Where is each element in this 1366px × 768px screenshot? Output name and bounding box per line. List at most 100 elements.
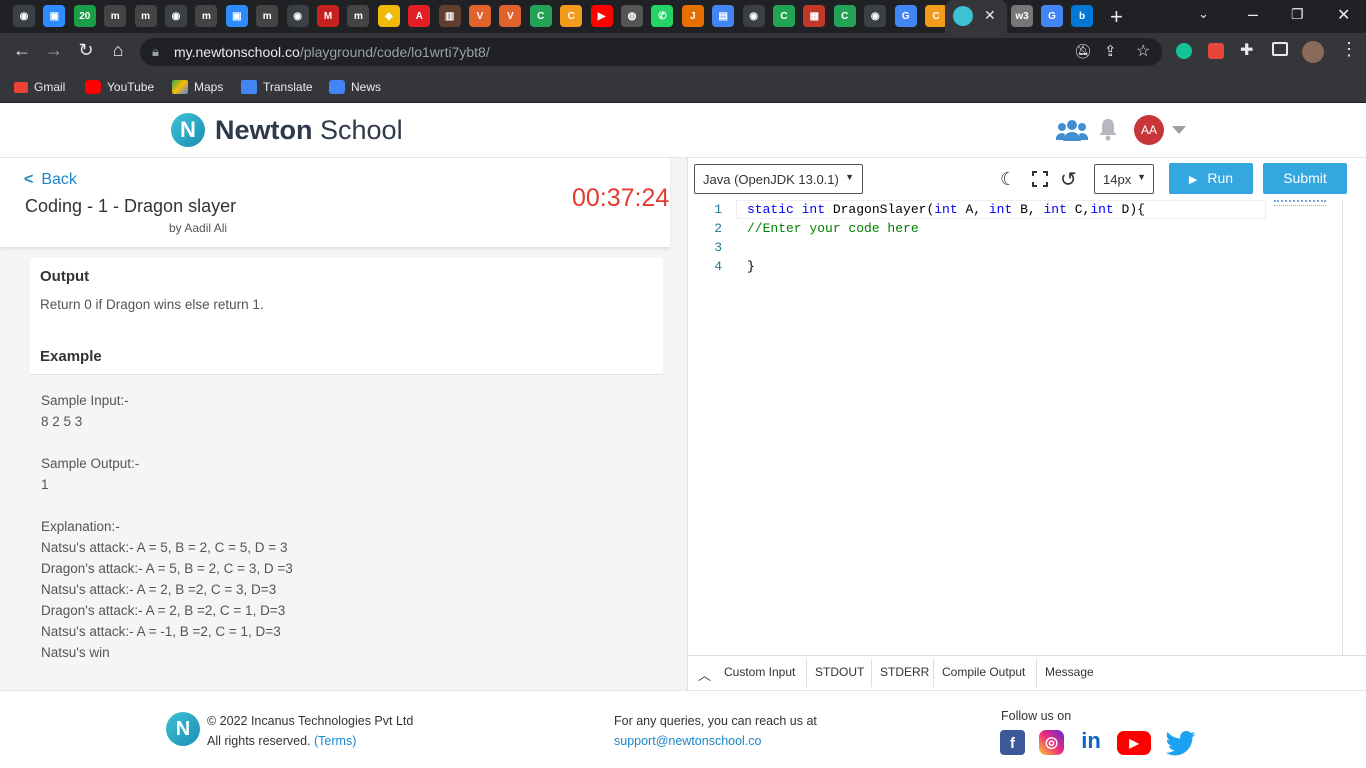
notifications-blocked-icon[interactable]: 🔕︎ <box>1074 43 1092 60</box>
profile-avatar[interactable] <box>1302 41 1324 63</box>
fullscreen-icon[interactable] <box>1032 171 1048 187</box>
tab-favicon-icon[interactable]: C <box>925 5 947 27</box>
tab-favicon-icon[interactable]: M <box>317 5 339 27</box>
tab-favicon-icon[interactable]: G <box>1041 5 1063 27</box>
user-avatar[interactable]: AA <box>1134 115 1164 145</box>
side-panel-icon[interactable] <box>1272 42 1288 56</box>
share-icon[interactable]: ⇪ <box>1104 42 1117 60</box>
tab-favicon-icon[interactable]: C <box>833 5 856 27</box>
tab-favicon-icon[interactable]: ▣ <box>43 5 66 27</box>
terms-link[interactable]: (Terms) <box>314 734 356 748</box>
dark-mode-moon-icon[interactable]: ☾ <box>1000 169 1016 190</box>
copyright-text: © 2022 Incanus Technologies Pvt Ltd <box>207 714 414 728</box>
tab-favicon-icon[interactable]: C <box>560 5 583 27</box>
home-icon[interactable]: ⌂ <box>108 40 128 61</box>
bookmark-star-icon[interactable]: ☆ <box>1136 41 1150 61</box>
chevron-up-icon[interactable]: ︿ <box>698 665 711 684</box>
tab-stdout[interactable]: STDOUT <box>815 665 864 679</box>
tab-search-icon[interactable]: ⌄ <box>1198 6 1209 22</box>
new-tab-button[interactable]: + <box>1110 4 1123 30</box>
address-bar[interactable]: 🔒︎ my.newtonschool.co/playground/code/lo… <box>140 38 1162 66</box>
lock-icon[interactable]: 🔒︎ <box>152 44 159 60</box>
run-button[interactable]: ▶ Run <box>1169 163 1253 194</box>
keyword: int <box>801 202 826 217</box>
brand-name[interactable]: Newton School <box>215 115 403 146</box>
tab-custom-input[interactable]: Custom Input <box>724 665 795 679</box>
facebook-icon[interactable]: f <box>1000 730 1025 755</box>
tab-favicon-icon[interactable]: ▥ <box>438 5 461 27</box>
active-tab[interactable]: ✕ <box>945 0 1007 33</box>
tab-favicon-icon[interactable]: ▣ <box>225 5 248 27</box>
tab-favicon-icon[interactable]: ◉ <box>286 5 309 27</box>
close-tab-icon[interactable]: ✕ <box>984 7 996 24</box>
restore-icon[interactable]: ❐ <box>1291 6 1304 23</box>
tab-favicon-icon[interactable]: J <box>681 5 704 27</box>
grammarly-extension-icon[interactable] <box>1176 43 1192 59</box>
bookmark-maps[interactable]: Maps <box>172 77 223 97</box>
tab-favicon-icon[interactable]: V <box>499 5 522 27</box>
code-editor[interactable]: 1 2 3 4 static int DragonSlayer(int A, i… <box>688 200 1343 655</box>
youtube-icon[interactable]: ▶ <box>1117 731 1151 755</box>
tab-favicon-icon[interactable]: b <box>1071 5 1093 27</box>
back-link[interactable]: < Back <box>24 171 77 189</box>
tab-favicon-icon[interactable]: C <box>529 5 552 27</box>
tab-stderr[interactable]: STDERR <box>880 665 929 679</box>
tab-favicon-icon[interactable]: m <box>256 5 279 27</box>
tab-favicon-icon[interactable]: C <box>773 5 795 27</box>
code-line-1[interactable]: static int DragonSlayer(int A, int B, in… <box>747 202 1145 217</box>
minimize-icon[interactable]: – <box>1248 4 1258 25</box>
menu-kebab-icon[interactable]: ⋮ <box>1340 39 1358 60</box>
extension-icon[interactable] <box>1208 43 1224 59</box>
tab-favicon-icon[interactable]: ✆ <box>651 5 674 27</box>
tab-compile-output[interactable]: Compile Output <box>942 665 1025 679</box>
bookmark-news[interactable]: News <box>329 77 381 97</box>
close-window-icon[interactable]: ✕ <box>1337 5 1350 25</box>
tab-favicon-icon[interactable]: G <box>894 5 917 27</box>
community-icon[interactable] <box>1056 119 1088 141</box>
chevron-down-icon[interactable] <box>1172 126 1186 135</box>
tab-favicon-icon[interactable]: ▶ <box>590 5 613 27</box>
support-email-link[interactable]: support@newtonschool.co <box>614 734 762 748</box>
code-line-4[interactable]: } <box>747 259 755 274</box>
keyword: static <box>747 202 794 217</box>
submit-button[interactable]: Submit <box>1263 163 1347 194</box>
instagram-icon[interactable]: ◎ <box>1039 730 1064 755</box>
example-line: Explanation:- <box>41 519 120 534</box>
url-text[interactable]: my.newtonschool.co/playground/code/lo1wr… <box>174 44 490 60</box>
code-line-2[interactable]: //Enter your code here <box>747 221 919 236</box>
tab-favicon-icon[interactable]: ▤ <box>712 5 735 27</box>
tab-favicon-icon[interactable]: V <box>469 5 491 27</box>
reload-icon[interactable]: ↻ <box>76 40 96 61</box>
twitter-icon[interactable] <box>1165 731 1196 756</box>
puzzle-extensions-icon[interactable]: ✚ <box>1240 40 1253 60</box>
tab-favicon-icon[interactable]: ◉ <box>742 5 765 27</box>
reset-code-icon[interactable]: ↺ <box>1060 167 1077 192</box>
bookmark-youtube[interactable]: YouTube <box>85 77 154 97</box>
output-heading: Output <box>40 268 90 285</box>
tab-favicon-icon[interactable]: m <box>134 5 157 27</box>
tab-favicon-icon[interactable]: ▦ <box>803 5 826 27</box>
tab-favicon-icon[interactable]: m <box>195 5 218 27</box>
bookmark-translate[interactable]: Translate <box>241 77 313 97</box>
bookmark-gmail[interactable]: Gmail <box>14 77 65 97</box>
tab-favicon-icon[interactable]: w3 <box>1011 5 1033 27</box>
tab-favicon-icon[interactable]: ◉ <box>13 5 35 27</box>
newton-logo-icon[interactable]: N <box>171 113 205 147</box>
tab-favicon-icon[interactable]: ◆ <box>377 5 400 27</box>
tab-favicon-icon[interactable]: m <box>347 5 370 27</box>
problem-statement: Output Return 0 if Dragon wins else retu… <box>30 258 663 678</box>
tab-favicon-icon[interactable]: ◍ <box>621 5 643 27</box>
bell-icon[interactable] <box>1098 117 1118 141</box>
linkedin-icon[interactable]: in <box>1077 727 1105 755</box>
tab-favicon-icon[interactable]: ◉ <box>165 5 187 27</box>
tab-favicon-icon[interactable]: 20 <box>73 5 96 27</box>
tab-favicon-icon[interactable]: ◉ <box>864 5 887 27</box>
back-arrow-icon[interactable]: ← <box>12 40 32 61</box>
forward-arrow-icon[interactable]: → <box>44 40 64 61</box>
font-size-select[interactable]: 14px ▼ <box>1094 164 1154 194</box>
tab-message[interactable]: Message <box>1045 665 1094 679</box>
tab-favicon-icon[interactable]: A <box>408 5 431 27</box>
language-select[interactable]: Java (OpenJDK 13.0.1) ▼ <box>694 164 863 194</box>
code-minimap[interactable] <box>1274 200 1326 206</box>
tab-favicon-icon[interactable]: m <box>104 5 127 27</box>
